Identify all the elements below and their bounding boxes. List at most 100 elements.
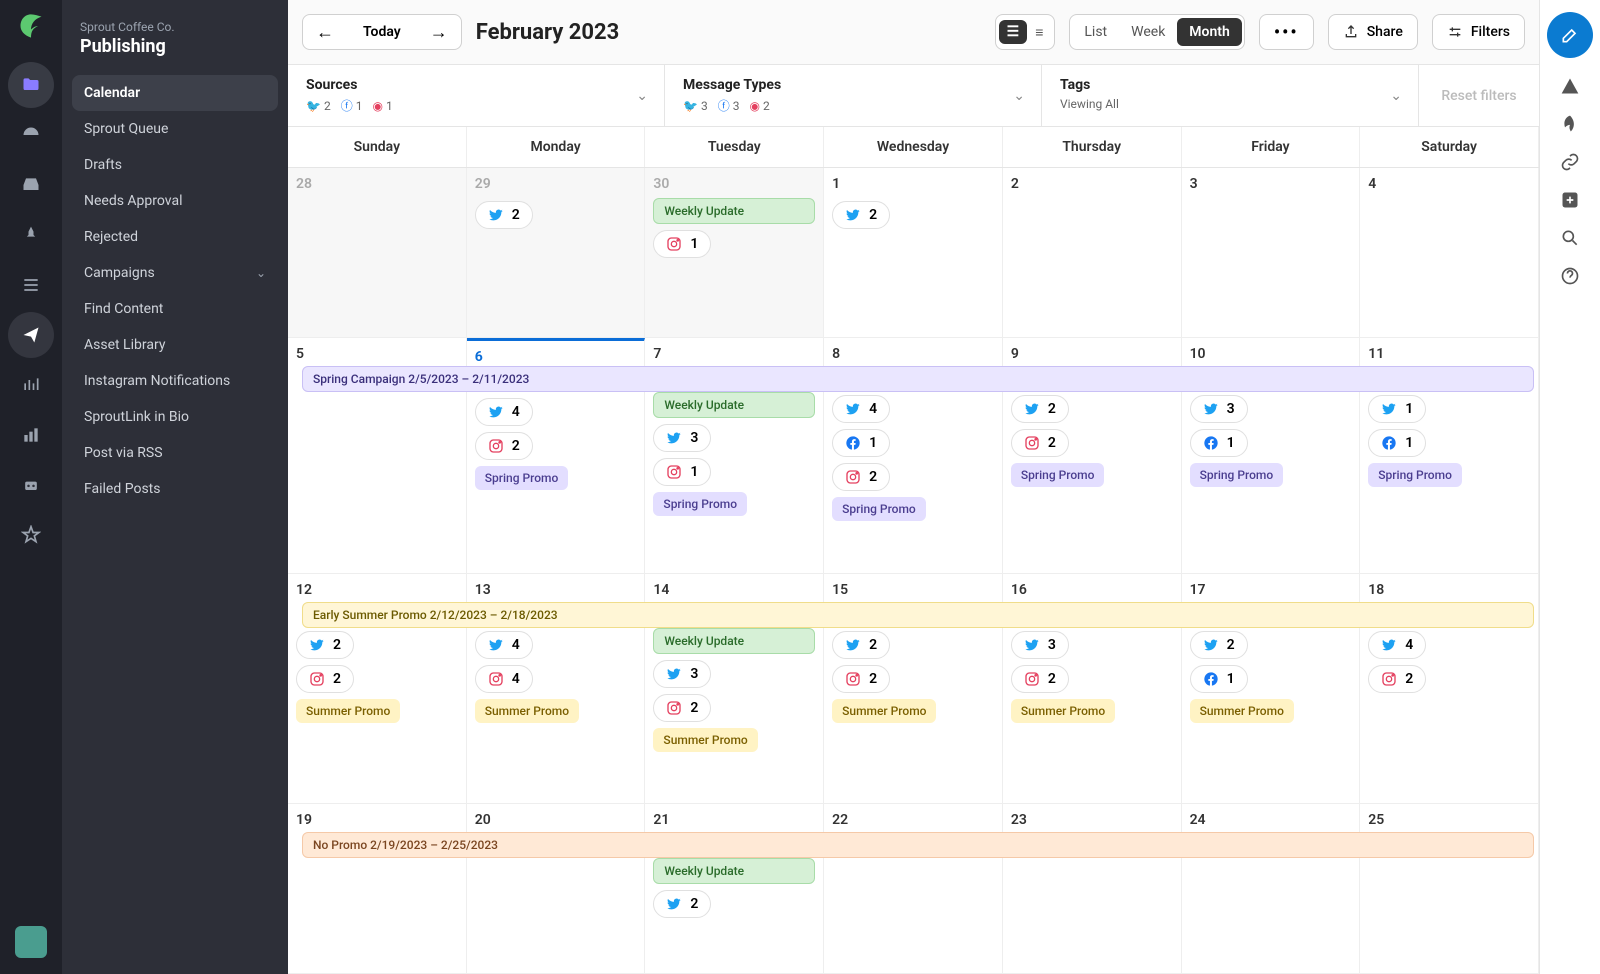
rail-star-icon[interactable] — [8, 512, 54, 558]
promo-tag[interactable]: Spring Promo — [1368, 463, 1462, 487]
tw-count-chip[interactable]: 4 — [1368, 631, 1426, 659]
compact-view-icon[interactable]: ≡ — [1027, 20, 1051, 45]
day-cell[interactable]: 23 — [1003, 804, 1182, 974]
weekly-update-tag[interactable]: Weekly Update — [653, 392, 815, 418]
fb-count-chip[interactable]: 1 — [1190, 429, 1248, 457]
day-cell[interactable]: 2 — [1003, 168, 1182, 338]
grid-view-icon[interactable]: ☰ — [999, 20, 1028, 44]
day-cell[interactable]: 12 — [824, 168, 1003, 338]
rail-folder-icon[interactable] — [8, 62, 54, 108]
nav-campaigns[interactable]: Campaigns⌄ — [72, 255, 278, 291]
promo-tag[interactable]: Summer Promo — [653, 728, 757, 752]
nav-sproutlink-in-bio[interactable]: SproutLink in Bio — [72, 399, 278, 435]
rail-list-icon[interactable] — [8, 262, 54, 308]
campaign-bar[interactable]: No Promo 2/19/2023 – 2/25/2023 — [302, 832, 1534, 858]
promo-tag[interactable]: Summer Promo — [832, 699, 936, 723]
weekly-update-tag[interactable]: Weekly Update — [653, 198, 815, 224]
campaign-bar[interactable]: Early Summer Promo 2/12/2023 – 2/18/2023 — [302, 602, 1534, 628]
alert-icon[interactable] — [1560, 76, 1580, 96]
fb-count-chip[interactable]: 1 — [832, 429, 890, 457]
day-cell[interactable]: 28 — [288, 168, 467, 338]
tw-count-chip[interactable]: 2 — [1190, 631, 1248, 659]
day-cell[interactable]: 4 — [1360, 168, 1539, 338]
today-button[interactable]: Today — [347, 24, 417, 40]
filter-message-types[interactable]: Message Types 🐦3 ⓕ3 ◉2 ⌄ — [665, 65, 1042, 126]
rail-chart-icon[interactable] — [8, 412, 54, 458]
promo-tag[interactable]: Summer Promo — [475, 699, 579, 723]
tw-count-chip[interactable]: 3 — [1011, 631, 1069, 659]
day-cell[interactable]: 12Early Summer Promo 2/12/2023 – 2/18/20… — [288, 574, 467, 804]
tw-count-chip[interactable]: 2 — [1011, 395, 1069, 423]
promo-tag[interactable]: Spring Promo — [832, 497, 926, 521]
view-week[interactable]: Week — [1119, 18, 1177, 46]
ig-count-chip[interactable]: 2 — [475, 432, 533, 460]
fb-count-chip[interactable]: 1 — [1190, 665, 1248, 693]
rail-inbox-icon[interactable] — [8, 162, 54, 208]
rail-send-icon[interactable] — [8, 312, 54, 358]
tw-count-chip[interactable]: 2 — [475, 201, 533, 229]
ig-count-chip[interactable]: 1 — [653, 458, 711, 486]
tw-count-chip[interactable]: 2 — [653, 890, 711, 918]
day-cell[interactable]: 5Spring Campaign 2/5/2023 – 2/11/2023 — [288, 338, 467, 573]
tw-count-chip[interactable]: 2 — [832, 201, 890, 229]
promo-tag[interactable]: Spring Promo — [1190, 463, 1284, 487]
ig-count-chip[interactable]: 2 — [1368, 665, 1426, 693]
help-icon[interactable] — [1560, 266, 1580, 286]
filters-button[interactable]: Filters — [1432, 14, 1525, 50]
nav-asset-library[interactable]: Asset Library — [72, 327, 278, 363]
filter-sources[interactable]: Sources 🐦2 ⓕ1 ◉1 ⌄ — [288, 65, 665, 126]
day-cell[interactable]: 292 — [467, 168, 646, 338]
view-list[interactable]: List — [1072, 18, 1119, 46]
promo-tag[interactable]: Summer Promo — [296, 699, 400, 723]
next-arrow-icon[interactable]: → — [417, 15, 461, 49]
nav-instagram-notifications[interactable]: Instagram Notifications — [72, 363, 278, 399]
promo-tag[interactable]: Spring Promo — [653, 492, 747, 516]
weekly-update-tag[interactable]: Weekly Update — [653, 858, 815, 884]
promo-tag[interactable]: Spring Promo — [1011, 463, 1105, 487]
promo-tag[interactable]: Summer Promo — [1011, 699, 1115, 723]
day-cell[interactable]: 3 — [1182, 168, 1361, 338]
nav-calendar[interactable]: Calendar — [72, 75, 278, 111]
rail-pin-icon[interactable] — [8, 212, 54, 258]
link-icon[interactable] — [1560, 152, 1580, 172]
ig-count-chip[interactable]: 2 — [1011, 665, 1069, 693]
nav-failed-posts[interactable]: Failed Posts — [72, 471, 278, 507]
day-cell[interactable]: 21Weekly Update2 — [645, 804, 824, 974]
day-cell[interactable]: 22 — [824, 804, 1003, 974]
day-cell[interactable]: 19No Promo 2/19/2023 – 2/25/2023 — [288, 804, 467, 974]
add-icon[interactable] — [1560, 190, 1580, 210]
tw-count-chip[interactable]: 1 — [1368, 395, 1426, 423]
day-cell[interactable]: 25 — [1360, 804, 1539, 974]
ig-count-chip[interactable]: 2 — [296, 665, 354, 693]
day-cell[interactable]: 20 — [467, 804, 646, 974]
user-avatar[interactable] — [15, 926, 47, 958]
ig-count-chip[interactable]: 1 — [653, 230, 711, 258]
day-cell[interactable]: 24 — [1182, 804, 1361, 974]
campaign-bar[interactable]: Spring Campaign 2/5/2023 – 2/11/2023 — [302, 366, 1534, 392]
filter-tags[interactable]: Tags Viewing All ⌄ — [1042, 65, 1419, 126]
rail-dashboard-icon[interactable] — [8, 112, 54, 158]
rail-bot-icon[interactable] — [8, 462, 54, 508]
ig-count-chip[interactable]: 2 — [1011, 429, 1069, 457]
promo-tag[interactable]: Spring Promo — [475, 466, 569, 490]
tw-count-chip[interactable]: 3 — [653, 660, 711, 688]
ig-count-chip[interactable]: 2 — [832, 665, 890, 693]
more-button[interactable]: ••• — [1259, 14, 1314, 50]
day-cell[interactable]: 30Weekly Update1 — [645, 168, 824, 338]
ig-count-chip[interactable]: 2 — [832, 463, 890, 491]
promo-tag[interactable]: Summer Promo — [1190, 699, 1294, 723]
share-button[interactable]: Share — [1328, 14, 1418, 50]
ig-count-chip[interactable]: 2 — [653, 694, 711, 722]
tw-count-chip[interactable]: 2 — [832, 631, 890, 659]
bolt-leaf-icon[interactable] — [1560, 114, 1580, 134]
nav-sprout-queue[interactable]: Sprout Queue — [72, 111, 278, 147]
tw-count-chip[interactable]: 3 — [1190, 395, 1248, 423]
nav-find-content[interactable]: Find Content — [72, 291, 278, 327]
reset-filters[interactable]: Reset filters — [1419, 65, 1539, 126]
tw-count-chip[interactable]: 2 — [296, 631, 354, 659]
view-month[interactable]: Month — [1177, 18, 1242, 46]
tw-count-chip[interactable]: 3 — [653, 424, 711, 452]
search-icon[interactable] — [1560, 228, 1580, 248]
prev-arrow-icon[interactable]: ← — [303, 15, 347, 49]
tw-count-chip[interactable]: 4 — [475, 398, 533, 426]
